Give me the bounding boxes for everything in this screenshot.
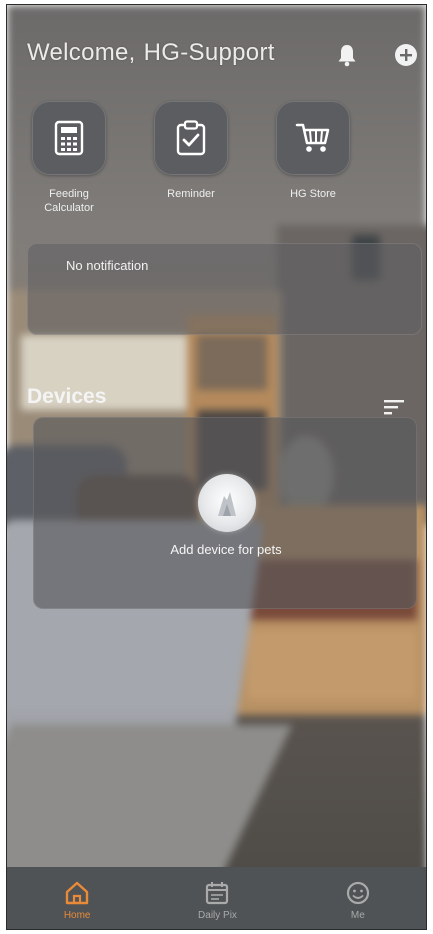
add-device-card[interactable]: Add device for pets xyxy=(33,417,417,609)
home-icon xyxy=(65,881,89,904)
tab-daily-pix[interactable]: Daily Pix xyxy=(147,867,287,929)
tab-daily-pix-label: Daily Pix xyxy=(198,909,237,921)
smiley-face-icon xyxy=(346,881,369,904)
tab-me[interactable]: Me xyxy=(288,867,426,929)
username: HG-Support xyxy=(143,39,275,66)
reminder-button[interactable]: Reminder xyxy=(151,101,231,231)
tab-home-label: Home xyxy=(63,909,91,921)
notification-panel[interactable]: No notification xyxy=(27,243,422,335)
hg-store-label: HG Store xyxy=(290,188,336,200)
calendar-icon xyxy=(206,881,229,904)
hg-store-button[interactable]: HG Store xyxy=(273,101,353,231)
notification-text: No notification xyxy=(66,258,149,273)
cart-icon xyxy=(276,101,350,175)
feeding-calculator-label: Feeding Calculator xyxy=(44,188,94,214)
tab-me-label: Me xyxy=(350,909,365,921)
add-circle-icon[interactable] xyxy=(392,41,420,69)
add-device-button[interactable] xyxy=(198,474,256,532)
reminder-label: Reminder xyxy=(167,188,215,200)
tab-home[interactable]: Home xyxy=(7,867,147,929)
phone-screen: Welcome, HG-Support Feeding Calculator R… xyxy=(6,4,427,930)
bottom-tab-bar: Home Daily Pix Me xyxy=(7,867,426,929)
welcome-text: Welcome, HG-Support xyxy=(27,39,275,67)
calculator-icon xyxy=(32,101,106,175)
clipboard-check-icon xyxy=(154,101,228,175)
add-device-label: Add device for pets xyxy=(170,542,282,557)
devices-title: Devices xyxy=(27,385,107,408)
bell-icon[interactable] xyxy=(333,41,361,69)
header: Welcome, HG-Support xyxy=(7,5,426,95)
welcome-prefix: Welcome, xyxy=(27,39,136,66)
feeding-calculator-button[interactable]: Feeding Calculator xyxy=(29,101,109,231)
pet-silhouette-icon xyxy=(218,492,236,516)
